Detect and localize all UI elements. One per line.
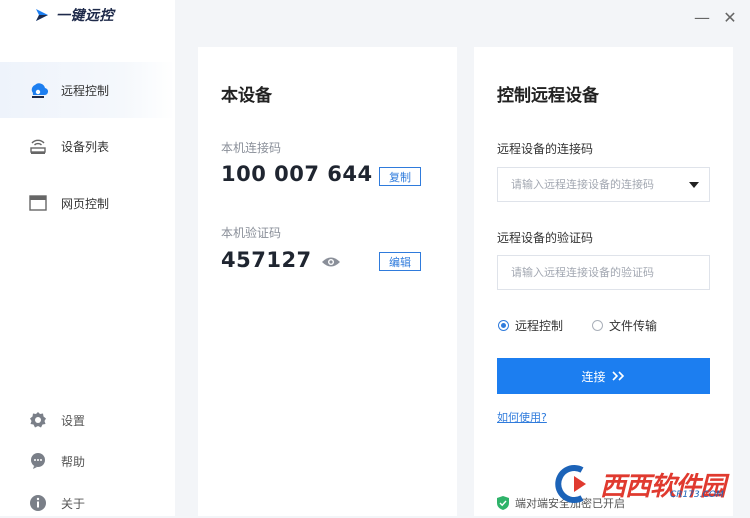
mode-option-file-transfer[interactable]: 文件传输 (592, 317, 657, 334)
app-name: 一键远控 (56, 8, 114, 24)
this-device-card: 本设备 本机连接码 100 007 644 复制 本机验证码 457127 编辑 (198, 47, 457, 516)
info-icon (28, 493, 48, 513)
chevron-down-icon[interactable] (689, 182, 699, 188)
watermark-logo-icon (555, 465, 586, 503)
local-verify-label: 本机验证码 (221, 226, 282, 240)
remote-control-icon (28, 80, 48, 100)
sidebar-item-help[interactable]: 帮助 (0, 446, 175, 476)
remote-device-card: 控制远程设备 远程设备的连接码 远程设备的验证码 远程控制 文件传输 连接 如何… (474, 47, 733, 516)
radio-unchecked-icon (592, 320, 603, 331)
logo-icon (36, 9, 48, 21)
mode-option-label: 远程控制 (515, 319, 564, 333)
gear-icon (28, 410, 48, 430)
app-logo: 一键远控 (34, 4, 114, 26)
local-code-value: 100 007 644 (221, 162, 373, 186)
mode-option-label: 文件传输 (609, 319, 658, 333)
eye-icon[interactable] (321, 256, 341, 268)
sidebar-item-web-control[interactable]: 网页控制 (0, 175, 175, 231)
remote-device-title: 控制远程设备 (497, 86, 599, 106)
sidebar-item-label: 远程控制 (61, 83, 110, 98)
remote-verify-label: 远程设备的验证码 (497, 231, 594, 245)
watermark-url: CR173.COM (670, 490, 724, 500)
sidebar-item-label: 关于 (61, 496, 86, 511)
radio-checked-icon (498, 320, 509, 331)
remote-code-label: 远程设备的连接码 (497, 142, 594, 156)
edit-button[interactable]: 编辑 (379, 252, 421, 271)
double-chevron-right-icon (611, 371, 624, 381)
connect-button[interactable]: 连接 (497, 358, 710, 394)
help-icon (28, 451, 48, 471)
remote-code-field (497, 167, 710, 202)
mode-option-remote-control[interactable]: 远程控制 (498, 317, 563, 334)
sidebar-item-settings[interactable]: 设置 (0, 405, 175, 435)
sidebar-item-about[interactable]: 关于 (0, 488, 175, 518)
local-verify-value: 457127 (221, 248, 312, 272)
remote-code-input[interactable] (498, 168, 681, 201)
remote-verify-input[interactable] (498, 256, 681, 289)
web-control-icon (28, 193, 48, 213)
this-device-title: 本设备 (221, 86, 272, 106)
sidebar-item-label: 设置 (61, 413, 86, 428)
connect-label: 连接 (581, 369, 606, 384)
sidebar-item-remote-control[interactable]: 远程控制 (0, 62, 175, 118)
sidebar-item-device-list[interactable]: 设备列表 (0, 118, 175, 174)
device-list-icon (28, 136, 48, 156)
how-to-use-link[interactable]: 如何使用? (497, 409, 547, 425)
minimize-button[interactable]: — (692, 8, 712, 28)
copy-button[interactable]: 复制 (379, 167, 421, 186)
local-code-label: 本机连接码 (221, 141, 282, 155)
remote-verify-field (497, 255, 710, 290)
sidebar-item-label: 网页控制 (61, 196, 110, 211)
sidebar-item-label: 设备列表 (61, 139, 110, 154)
shield-icon (497, 496, 509, 510)
sidebar-item-label: 帮助 (61, 454, 86, 469)
close-button[interactable]: ✕ (720, 8, 740, 28)
site-watermark: 西西软件园 CR173.COM (552, 460, 742, 508)
sidebar: 一键远控 远程控制 设备列表 网页控制 设置 帮助 关于 (0, 0, 175, 516)
